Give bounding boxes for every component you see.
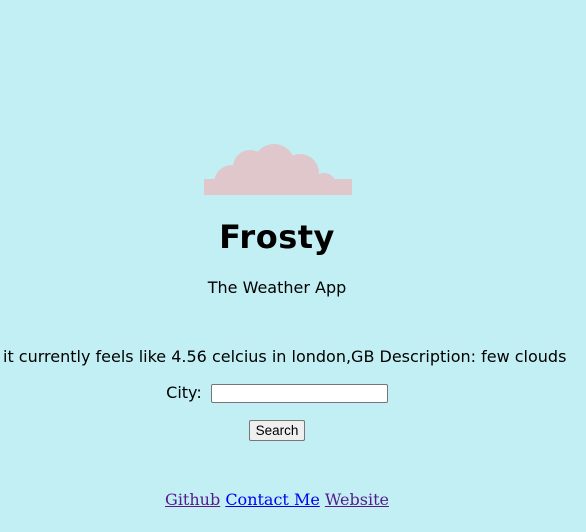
footer-links: Github Contact Me Website bbox=[0, 490, 554, 510]
weather-report: it currently feels like 4.56 celcius in … bbox=[3, 347, 567, 366]
app-title: Frosty bbox=[219, 218, 335, 256]
page: Frosty The Weather App it currently feel… bbox=[0, 0, 586, 532]
search-button[interactable]: Search bbox=[248, 420, 306, 441]
contact-link[interactable]: Contact Me bbox=[225, 490, 319, 509]
city-form: City: bbox=[0, 382, 554, 404]
search-row: Search bbox=[0, 420, 554, 441]
website-link[interactable]: Website bbox=[325, 490, 389, 509]
cloud-icon bbox=[204, 144, 352, 195]
city-input[interactable] bbox=[210, 384, 388, 403]
app-subtitle: The Weather App bbox=[207, 278, 347, 297]
city-label: City: bbox=[166, 383, 202, 402]
github-link[interactable]: Github bbox=[165, 490, 220, 509]
